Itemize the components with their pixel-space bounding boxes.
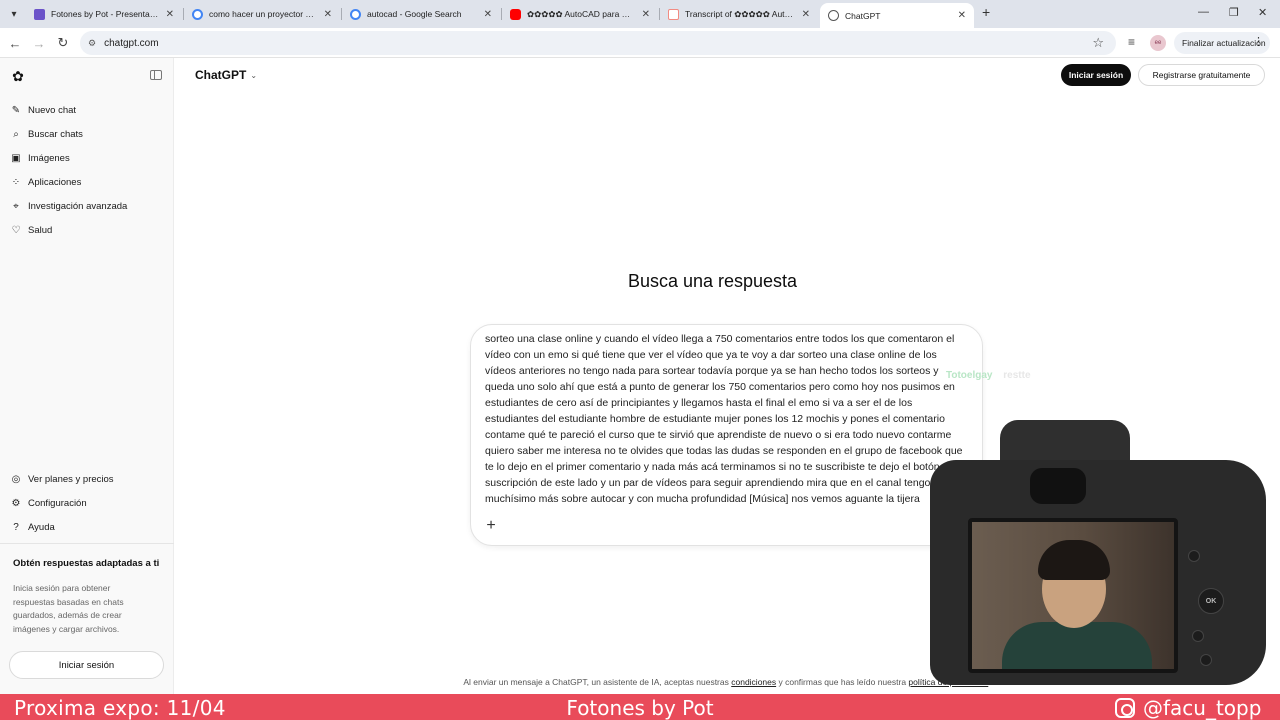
browser-tab-strip: ▾ Fotones by Pot - Presentación ✕ como h… [0,0,1280,28]
chevron-down-icon: ⌄ [250,70,258,80]
tab-proyector[interactable]: como hacer un proyector casero ✕ [184,3,340,25]
edit-icon: ✎ [11,104,21,116]
site-info-icon[interactable]: ⚙ [88,38,96,49]
tab-favicon-icon [34,8,45,20]
close-icon[interactable]: ✕ [324,9,332,20]
sidebar-item-health[interactable]: ♡ Salud [10,220,166,240]
google-icon [350,8,361,20]
sidebar-item-help[interactable]: ? Ayuda [10,517,166,537]
profile-avatar[interactable]: ee [1150,35,1166,51]
sidebar-item-deep-research[interactable]: ⌖ Investigación avanzada [10,196,166,216]
register-button[interactable]: Registrarse gratuitamente [1138,64,1265,86]
image-icon: ▣ [11,152,21,164]
tab-search-dropdown-icon[interactable]: ▾ [6,6,22,22]
prompt-composer[interactable]: sorteo una clase online y cuando el víde… [470,324,983,546]
youtube-icon [510,8,521,20]
close-icon[interactable]: ✕ [958,10,966,21]
sidebar-item-apps[interactable]: ⁘ Aplicaciones [10,172,166,192]
apps-icon: ⁘ [11,176,21,188]
sidebar-login-button[interactable]: Iniciar sesión [9,651,164,679]
more-menu-icon[interactable]: ⋮ [1253,35,1264,48]
settings-icon: ⚙ [11,497,21,509]
bookmark-star-icon[interactable]: ☆ [1092,35,1104,51]
sidebar-divider [0,543,174,544]
camera-viewfinder [1030,468,1086,504]
tab-chatgpt[interactable]: ChatGPT ✕ [820,3,974,28]
finish-update-button[interactable]: Finalizar actualización ⋮ [1174,32,1270,54]
webcam-feed [968,518,1178,673]
back-arrow-icon[interactable]: ← [6,34,24,52]
telescope-icon: ⌖ [13,200,19,212]
reload-icon[interactable]: ↻ [54,34,72,52]
help-icon: ? [13,521,19,533]
page-headline: Busca una respuesta [627,271,798,291]
sidebar: ✿ ✎ Nuevo chat ⌕ Buscar chats ▣ Imágenes… [0,58,174,694]
sidebar-item-search-chats[interactable]: ⌕ Buscar chats [10,124,166,144]
camera-button-icon [1192,630,1204,642]
banner-instagram: @facu_topp [1115,696,1261,720]
add-attachment-icon[interactable]: + [483,517,499,534]
tab-youtube-autocad[interactable]: ✿✿✿✿✿ AutoCAD para Principiantes ✕ [502,3,658,25]
terms-link[interactable]: condiciones [731,677,776,687]
camera-button-icon [1200,654,1212,666]
sidebar-item-settings[interactable]: ⚙ Configuración [10,493,166,513]
search-icon: ⌕ [13,128,19,140]
sidebar-item-plans[interactable]: ◎ Ver planes y precios [10,469,166,489]
tab-transcript[interactable]: Transcript of ✿✿✿✿✿ AutoCAD ✕ [660,3,818,25]
address-bar[interactable]: ⚙ chatgpt.com ☆ [80,31,1116,55]
promo-title: Obtén respuestas adaptadas a ti [13,558,160,569]
stream-watermark: Totoelgay restte [946,370,1031,381]
webcam-camera-frame: OK [930,420,1266,685]
new-tab-button[interactable]: + [982,4,990,20]
sidebar-item-new-chat[interactable]: ✎ Nuevo chat [10,100,166,120]
prompt-input[interactable]: sorteo una clase online y cuando el víde… [485,331,963,507]
forward-arrow-icon[interactable]: → [30,34,48,52]
heart-icon: ♡ [11,224,21,236]
transcript-icon [668,8,679,20]
plans-icon: ◎ [11,473,21,485]
camera-ok-button-icon: OK [1198,588,1224,614]
login-button[interactable]: Iniciar sesión [1061,64,1131,86]
sidebar-item-images[interactable]: ▣ Imágenes [10,148,166,168]
close-icon[interactable]: ✕ [642,9,650,20]
tab-fotones[interactable]: Fotones by Pot - Presentación ✕ [26,3,182,25]
openai-logo-icon[interactable]: ✿ [10,68,26,84]
banner-brand: Fotones by Pot [566,696,714,720]
window-close-icon[interactable]: ✕ [1258,6,1267,19]
sidebar-toggle-icon[interactable] [150,70,162,80]
tab-autocad-search[interactable]: autocad - Google Search ✕ [342,3,500,25]
google-icon [192,8,203,20]
close-icon[interactable]: ✕ [166,9,174,20]
chatgpt-favicon-icon [828,10,839,21]
address-url: chatgpt.com [104,37,159,49]
banner-next-expo: Proxima expo: 11/04 [14,696,226,720]
instagram-icon [1115,698,1135,718]
model-selector[interactable]: ChatGPT ⌄ [195,68,257,82]
minimize-icon[interactable]: — [1198,6,1209,18]
camera-button-icon [1188,550,1200,562]
stream-banner: Proxima expo: 11/04 Fotones by Pot @facu… [0,694,1280,720]
close-icon[interactable]: ✕ [484,9,492,20]
browser-toolbar: ← → ↻ ⚙ chatgpt.com ☆ ≡ ee Finalizar act… [0,28,1280,58]
close-icon[interactable]: ✕ [802,9,810,20]
promo-text: Inicia sesión para obtener respuestas ba… [13,583,124,634]
restore-icon[interactable]: ❐ [1229,6,1239,19]
webcam-person-body [1002,622,1152,669]
reading-list-icon[interactable]: ≡ [1128,35,1135,49]
